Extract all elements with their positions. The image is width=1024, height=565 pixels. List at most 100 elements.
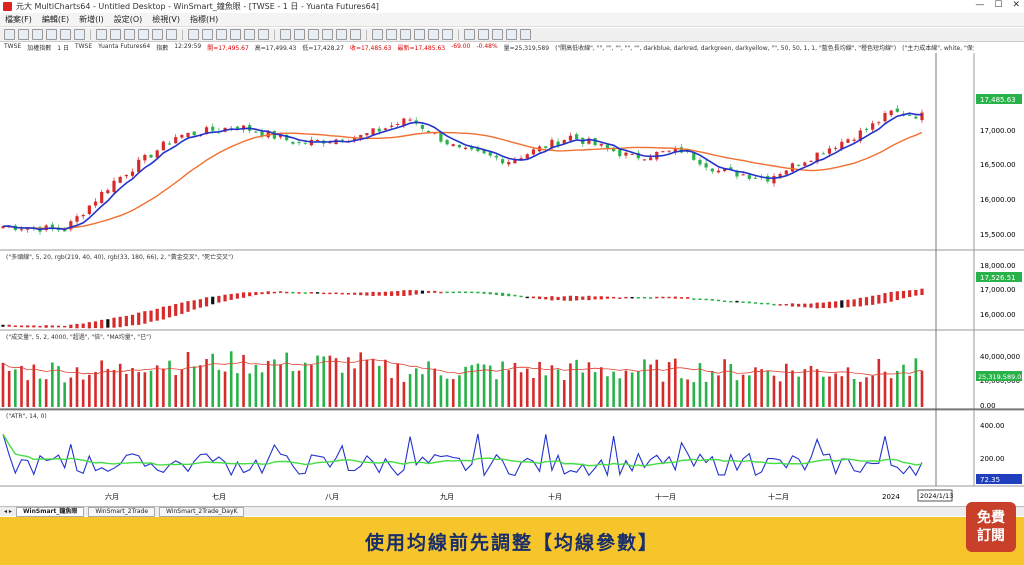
macd-bar [211,296,215,305]
volume-bar [402,381,406,407]
volume-bar [655,359,659,407]
volume-bar [902,364,905,407]
tab-winsmart[interactable]: WinSmart_鐘魚眼 [15,506,85,517]
candle-body [630,153,634,155]
bar-time: 12:29:59 [174,43,202,50]
macd-pane-title: ("多頭線", 5, 20, rgb(219, 40, 40), rgb(33,… [6,253,233,261]
candle-body [692,152,696,160]
volume-bar [254,364,258,407]
candle-body [291,141,295,144]
title-bar: 元大 MultiCharts64 - Untitled Desktop - Wi… [0,0,1024,14]
volume-bar [248,373,252,407]
toolbar-button[interactable] [188,29,199,40]
menu-edit[interactable]: 編輯(E) [42,14,69,25]
macd-bar [673,296,677,299]
macd-bar [790,303,795,307]
tab-2trade-dayk[interactable]: WinSmart_2Trade_DayK [159,506,245,517]
volume-bar [112,369,116,407]
macd-bar [303,292,307,294]
toolbar-button[interactable] [46,29,57,40]
toolbar-button[interactable] [322,29,333,40]
macd-last-label: 17,526.51 [980,274,1016,282]
candle-body [821,153,825,155]
subscribe-badge[interactable]: 免費 訂閱 [966,502,1016,552]
candle-body [525,154,529,159]
price-last-label: 17,485.63 [980,96,1016,104]
toolbar-button[interactable] [372,29,383,40]
chart-area[interactable]: ("多頭線", 5, 20, rgb(219, 40, 40), rgb(33,… [0,53,1024,506]
toolbar-button[interactable] [464,29,475,40]
toolbar-button[interactable] [32,29,43,40]
macd-bar [488,292,492,295]
toolbar-button[interactable] [96,29,107,40]
menu-view[interactable]: 檢視(V) [152,14,180,25]
toolbar-button[interactable] [280,29,291,40]
toolbar-button[interactable] [428,29,439,40]
toolbar-button[interactable] [230,29,241,40]
toolbar-button[interactable] [60,29,71,40]
candle-body [920,112,924,121]
macd-bar [852,299,856,307]
close-button[interactable]: ✕ [1012,0,1020,10]
tab-2trade[interactable]: WinSmart_2Trade [88,506,156,517]
toolbar-button[interactable] [336,29,347,40]
toolbar-button[interactable] [202,29,213,40]
toolbar-button[interactable] [400,29,411,40]
volume-bar [495,379,498,407]
candle-body [19,229,24,231]
x-tick-jun: 六月 [105,492,119,501]
toolbar-button[interactable] [244,29,255,40]
toolbar-button[interactable] [258,29,269,40]
volume-bar [168,360,171,407]
toolbar-button[interactable] [166,29,177,40]
toolbar-button[interactable] [492,29,503,40]
macd-bar [414,290,418,295]
macd-bar [451,291,455,294]
toolbar-button[interactable] [414,29,425,40]
candle-body [599,143,603,146]
toolbar-button[interactable] [138,29,149,40]
toolbar-button[interactable] [478,29,489,40]
minimize-button[interactable]: — [975,0,984,10]
badge-line2: 訂閱 [977,528,1005,544]
toolbar-button[interactable] [350,29,361,40]
macd-bar [908,290,912,297]
toolbar-button[interactable] [124,29,135,40]
open-value: 開=17,495.67 [207,45,249,52]
candle-body [130,171,135,176]
toolbar-button[interactable] [74,29,85,40]
toolbar-button[interactable] [216,29,227,40]
toolbar-button[interactable] [18,29,29,40]
candle-body [106,190,110,194]
volume-bar [266,360,270,407]
atr-label-400: 400.00 [980,422,1005,430]
volume-bar [865,377,868,407]
volume-bar [680,378,683,407]
menu-file[interactable]: 檔案(F) [5,14,32,25]
toolbar-button[interactable] [110,29,121,40]
toolbar-button[interactable] [506,29,517,40]
macd-bar [815,302,819,309]
volume-bar [44,379,48,407]
caption-text: 使用均線前先調整【均線參數】 [364,531,659,554]
toolbar-button[interactable] [152,29,163,40]
toolbar-button[interactable] [4,29,15,40]
volume-bar [871,375,874,407]
volume-bar [828,376,831,407]
x-tick-2024: 2024 [882,493,900,501]
macd-bar [871,295,875,305]
toolbar-button[interactable] [442,29,453,40]
toolbar-button[interactable] [520,29,531,40]
menu-settings[interactable]: 設定(O) [114,14,143,25]
tab-nav-icon[interactable]: ◂ ▸ [4,508,12,515]
menu-indicators[interactable]: 指標(H) [190,14,218,25]
toolbar-button[interactable] [386,29,397,40]
toolbar-button[interactable] [294,29,305,40]
candle-body [846,139,850,143]
macd-bar [494,292,499,295]
menu-insert[interactable]: 新增(I) [79,14,104,25]
maximize-button[interactable]: ☐ [994,0,1002,10]
candle-body [753,177,758,179]
toolbar-button[interactable] [308,29,319,40]
macd-bar [32,325,36,328]
